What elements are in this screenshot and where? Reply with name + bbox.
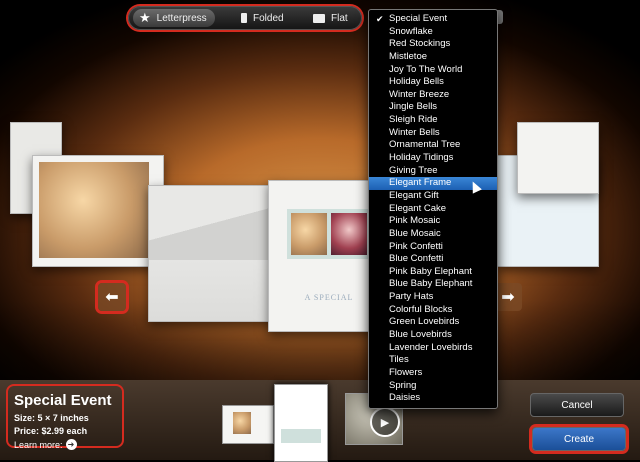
segment-label: Flat xyxy=(331,12,348,24)
card-type-segmented-control: ★ Letterpress Folded Flat xyxy=(128,6,362,30)
theme-menu-item[interactable]: Elegant Gift xyxy=(369,190,497,203)
card-photo-frame xyxy=(287,209,371,259)
theme-menu-item[interactable]: Holiday Tidings xyxy=(369,152,497,165)
envelope-preview xyxy=(148,185,280,322)
learn-more-link[interactable]: Learn more: ➜ xyxy=(14,439,122,450)
arrow-left-icon: ⬅ xyxy=(105,289,119,306)
theme-menu-item[interactable]: Giving Tree xyxy=(369,165,497,178)
card-photo xyxy=(331,213,367,255)
segment-folded[interactable]: Folded xyxy=(241,9,284,27)
thumbnail-card-front[interactable] xyxy=(222,405,274,444)
theme-menu-item[interactable]: Blue Mosaic xyxy=(369,228,497,241)
theme-menu-item[interactable]: Mistletoe xyxy=(369,51,497,64)
theme-menu-item[interactable]: Green Lovebirds xyxy=(369,316,497,329)
envelope-flap xyxy=(149,186,279,261)
segment-letterpress[interactable]: ★ Letterpress xyxy=(133,9,215,27)
play-preview-button[interactable]: ▶ xyxy=(370,407,400,437)
card-photo xyxy=(39,162,149,258)
thumbnail-photo xyxy=(233,412,251,434)
theme-menu-item[interactable]: Ornamental Tree xyxy=(369,139,497,152)
theme-menu-item[interactable]: Winter Bells xyxy=(369,127,497,140)
theme-menu-item[interactable]: Party Hats xyxy=(369,291,497,304)
star-icon: ★ xyxy=(139,10,151,25)
theme-menu-item[interactable]: Joy To The World xyxy=(369,64,497,77)
carousel-card-far-right[interactable] xyxy=(517,122,599,194)
theme-menu-item[interactable]: Pink Confetti xyxy=(369,241,497,254)
theme-menu-item[interactable]: Colorful Blocks xyxy=(369,304,497,317)
theme-menu-item[interactable]: Jingle Bells xyxy=(369,101,497,114)
checkmark-icon: ✔ xyxy=(376,14,384,24)
segment-flat[interactable]: Flat xyxy=(313,9,348,27)
card-photo xyxy=(291,213,327,255)
theme-menu-item[interactable]: Red Stockings xyxy=(369,38,497,51)
theme-menu-item[interactable]: Blue Lovebirds xyxy=(369,329,497,342)
theme-menu-item[interactable]: Daisies xyxy=(369,392,497,405)
theme-menu-item[interactable]: Lavender Lovebirds xyxy=(369,342,497,355)
flat-card-icon xyxy=(313,13,325,23)
theme-menu: ✔ Special Event Snowflake Red Stockings Mist… xyxy=(368,9,498,409)
arrow-circle-icon: ➜ xyxy=(65,439,77,450)
card-size: Size: 5 × 7 inches xyxy=(14,413,89,423)
create-button[interactable]: Create xyxy=(532,427,626,451)
theme-menu-item[interactable]: Pink Mosaic xyxy=(369,215,497,228)
card-price: Price: $2.99 each xyxy=(14,426,88,436)
arrow-right-icon: ➡ xyxy=(501,289,515,306)
theme-menu-item[interactable]: Winter Breeze xyxy=(369,89,497,102)
cancel-button[interactable]: Cancel xyxy=(530,393,624,417)
card-info-panel: Special Event Size: 5 × 7 inches Price: … xyxy=(6,384,124,450)
theme-menu-item[interactable]: Pink Baby Elephant xyxy=(369,266,497,279)
segment-label: Folded xyxy=(253,12,284,24)
card-theme-title: Special Event xyxy=(14,392,112,409)
segment-label: Letterpress xyxy=(156,12,207,24)
theme-menu-item[interactable]: Blue Baby Elephant xyxy=(369,278,497,291)
folded-card-icon xyxy=(241,13,247,23)
theme-menu-item[interactable]: Spring xyxy=(369,380,497,393)
theme-menu-item[interactable]: Blue Confetti xyxy=(369,253,497,266)
play-icon: ▶ xyxy=(380,416,390,429)
previous-card-button[interactable]: ⬅ xyxy=(98,283,126,311)
theme-menu-item[interactable]: Elegant Cake xyxy=(369,203,497,216)
carousel-card-left[interactable] xyxy=(32,155,164,267)
theme-menu-item[interactable]: Holiday Bells xyxy=(369,76,497,89)
theme-menu-item[interactable]: Flowers xyxy=(369,367,497,380)
next-card-button[interactable]: ➡ xyxy=(494,283,522,311)
theme-menu-item[interactable]: Sleigh Ride xyxy=(369,114,497,127)
theme-menu-item[interactable]: Snowflake xyxy=(369,26,497,39)
thumbnail-card-inside[interactable] xyxy=(274,384,328,462)
theme-menu-item[interactable]: Tiles xyxy=(369,354,497,367)
thumbnail-photo xyxy=(281,429,321,443)
theme-menu-item[interactable]: ✔ Special Event xyxy=(369,13,497,26)
